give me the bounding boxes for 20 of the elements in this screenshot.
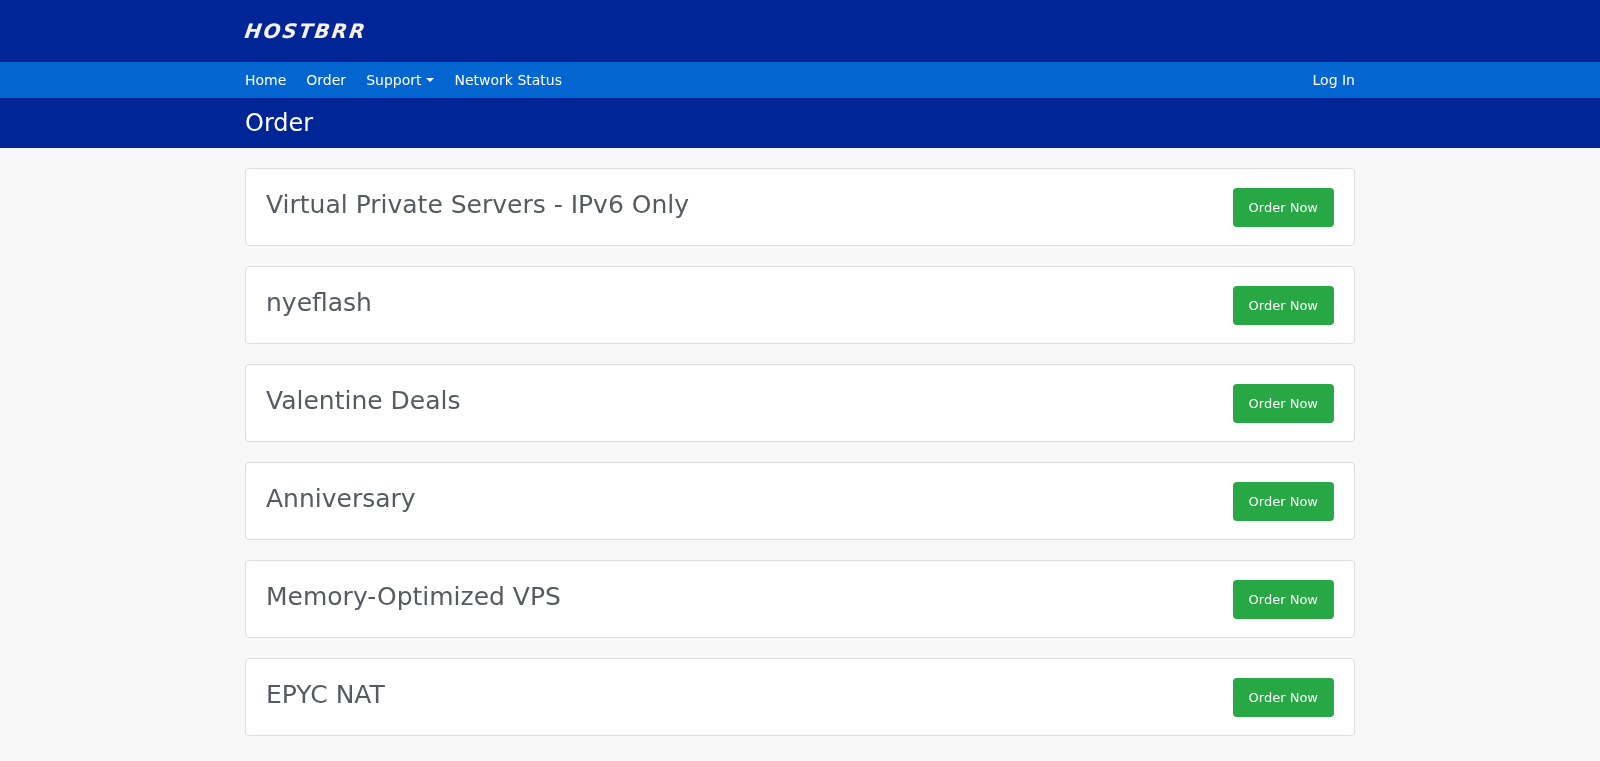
category-title: nyeflash [266, 287, 372, 317]
category-title: EPYC NAT [266, 679, 385, 709]
order-now-button[interactable]: Order Now [1232, 579, 1334, 619]
nav-link[interactable]: Home [245, 72, 287, 88]
nav-link[interactable]: Network Status [454, 72, 562, 88]
category-title: Valentine Deals [266, 385, 461, 415]
category-title: Anniversary [266, 483, 416, 513]
category-title: Virtual Private Servers - IPv6 Only [266, 189, 690, 219]
category-title: Memory-Optimized VPS [266, 581, 561, 611]
order-now-button[interactable]: Order Now [1232, 187, 1334, 227]
order-now-button[interactable]: Order Now [1232, 383, 1334, 423]
nav-link[interactable]: Order [306, 72, 347, 88]
nav-dropdown[interactable]: Support [366, 72, 435, 88]
login-link[interactable]: Log In [1312, 72, 1355, 88]
order-now-button[interactable]: Order Now [1232, 481, 1334, 521]
order-now-button[interactable]: Order Now [1232, 285, 1334, 325]
order-now-button[interactable]: Order Now [1232, 677, 1334, 717]
page-title: Order [245, 109, 314, 137]
caret-icon [426, 78, 435, 82]
site-logo[interactable]: HOSTBRR [243, 19, 369, 43]
